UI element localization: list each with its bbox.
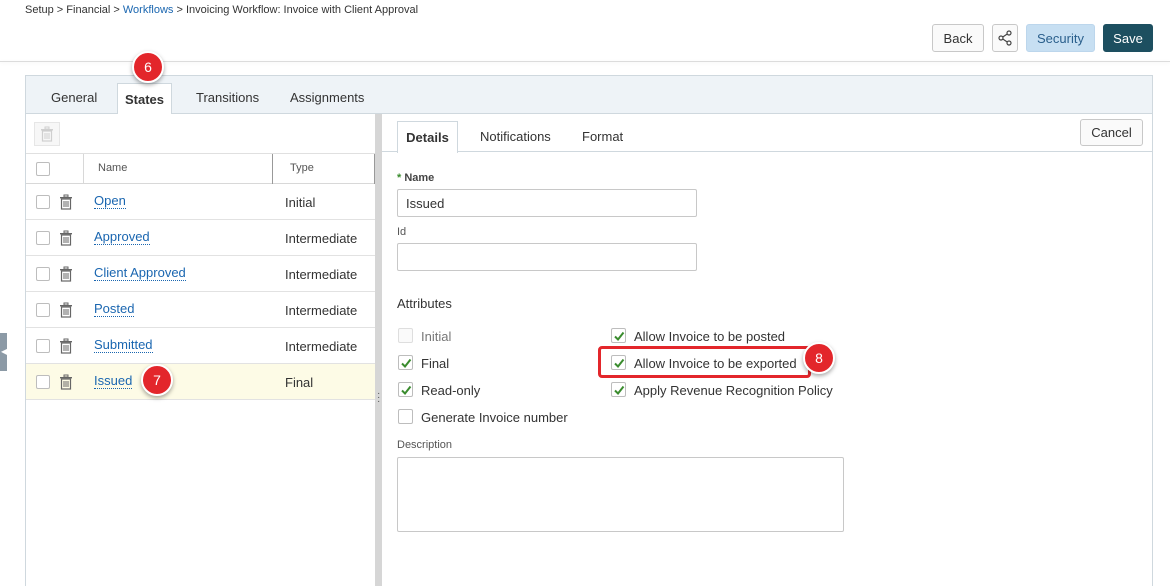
main-tabbar: General States Transitions Assignments [26, 76, 1152, 115]
generate-invoice-number-label: Generate Invoice number [421, 410, 568, 425]
trash-icon[interactable] [58, 230, 74, 246]
side-panel-toggle[interactable]: ◀ [0, 333, 7, 371]
back-button[interactable]: Back [932, 24, 984, 52]
state-type: Initial [285, 195, 316, 210]
tab-details[interactable]: Details [397, 121, 458, 153]
row-checkbox[interactable] [36, 267, 50, 281]
initial-checkbox [398, 328, 413, 343]
id-field[interactable] [397, 243, 697, 271]
chevron-left-icon: ◀ [1, 347, 8, 356]
tab-notifications[interactable]: Notifications [480, 129, 551, 144]
table-row[interactable]: Client Approved Intermediate [26, 256, 375, 292]
share-button[interactable] [992, 24, 1018, 52]
table-row-selected[interactable]: Issued Final [26, 364, 375, 400]
breadcrumb-current: Invoicing Workflow: Invoice with Client … [185, 4, 419, 16]
trash-icon[interactable] [58, 338, 74, 354]
state-name-link[interactable]: Client Approved [94, 266, 186, 281]
state-type: Final [285, 375, 314, 390]
state-name-link[interactable]: Open [94, 194, 126, 209]
breadcrumb-separator: > [173, 4, 186, 16]
callout-badge-7: 7 [141, 364, 173, 396]
tab-format[interactable]: Format [582, 129, 623, 144]
table-row[interactable]: Submitted Intermediate [26, 328, 375, 364]
allow-posted-checkbox[interactable] [611, 328, 626, 343]
breadcrumb: Setup > Financial > Workflows > Invoicin… [25, 4, 418, 16]
table-row[interactable]: Posted Intermediate [26, 292, 375, 328]
select-all-checkbox[interactable] [36, 162, 50, 176]
tab-states[interactable]: States [117, 83, 172, 115]
state-type: Intermediate [285, 339, 358, 354]
state-type: Intermediate [285, 303, 358, 318]
grid-header: Name Type [26, 154, 375, 184]
breadcrumb-separator: > [110, 4, 123, 16]
read-only-checkbox[interactable] [398, 382, 413, 397]
state-name-link[interactable]: Submitted [94, 338, 153, 353]
highlight-box [598, 346, 811, 378]
attributes-heading: Attributes [397, 296, 452, 311]
description-textarea[interactable] [397, 457, 844, 532]
column-header-name[interactable]: Name [98, 162, 127, 174]
apply-revenue-recognition-label: Apply Revenue Recognition Policy [634, 383, 833, 398]
name-label-text: Name [404, 172, 435, 184]
workflow-editor: General States Transitions Assignments N… [25, 75, 1153, 586]
save-button[interactable]: Save [1103, 24, 1153, 52]
share-icon [998, 30, 1012, 46]
generate-invoice-number-checkbox[interactable] [398, 409, 413, 424]
description-label: Description [397, 439, 453, 451]
check-icon [401, 385, 412, 396]
row-checkbox[interactable] [36, 339, 50, 353]
trash-icon[interactable] [58, 266, 74, 282]
allow-posted-label: Allow Invoice to be posted [634, 329, 786, 344]
name-field[interactable]: Issued [397, 189, 697, 217]
tab-transitions[interactable]: Transitions [196, 90, 259, 105]
splitter-grip-icon: · · · [377, 388, 381, 407]
details-tabbar: Details Notifications Format Cancel [382, 114, 1152, 153]
row-checkbox[interactable] [36, 303, 50, 317]
row-checkbox[interactable] [36, 231, 50, 245]
callout-badge-8: 8 [803, 342, 835, 374]
check-icon [614, 331, 625, 342]
state-name-link[interactable]: Issued [94, 374, 133, 389]
cancel-button[interactable]: Cancel [1080, 119, 1143, 146]
required-marker: * [397, 172, 402, 184]
final-label: Final [421, 356, 450, 371]
state-name-link[interactable]: Posted [94, 302, 135, 317]
final-checkbox[interactable] [398, 355, 413, 370]
id-field-label: Id [397, 226, 407, 238]
breadcrumb-workflows-link[interactable]: Workflows [123, 4, 174, 16]
row-checkbox[interactable] [36, 195, 50, 209]
states-panel: Name Type Open Initial Approved Intermed… [26, 114, 375, 586]
initial-label: Initial [421, 329, 452, 344]
breadcrumb-setup[interactable]: Setup [25, 4, 54, 16]
header-divider [0, 61, 1170, 62]
trash-icon[interactable] [58, 194, 74, 210]
tab-assignments[interactable]: Assignments [290, 90, 364, 105]
check-icon [614, 385, 625, 396]
tab-general[interactable]: General [51, 90, 97, 105]
trash-icon[interactable] [58, 302, 74, 318]
states-toolbar [26, 114, 375, 154]
table-row[interactable]: Open Initial [26, 184, 375, 220]
column-header-type[interactable]: Type [290, 162, 314, 174]
pane-splitter[interactable]: · · · [375, 114, 382, 586]
breadcrumb-separator: > [53, 4, 67, 16]
apply-revenue-recognition-checkbox[interactable] [611, 382, 626, 397]
delete-selected-button [34, 122, 60, 146]
name-field-label: * Name [397, 172, 434, 184]
breadcrumb-financial[interactable]: Financial [66, 4, 110, 16]
state-type: Intermediate [285, 231, 358, 246]
column-resize-handle[interactable] [272, 154, 273, 184]
column-divider [83, 154, 84, 184]
security-button[interactable]: Security [1026, 24, 1095, 52]
row-checkbox[interactable] [36, 375, 50, 389]
callout-badge-6: 6 [132, 51, 164, 83]
trash-icon [41, 126, 53, 142]
read-only-label: Read-only [421, 383, 481, 398]
state-type: Intermediate [285, 267, 358, 282]
table-row[interactable]: Approved Intermediate [26, 220, 375, 256]
check-icon [401, 358, 412, 369]
state-name-link[interactable]: Approved [94, 230, 150, 245]
trash-icon[interactable] [58, 374, 74, 390]
